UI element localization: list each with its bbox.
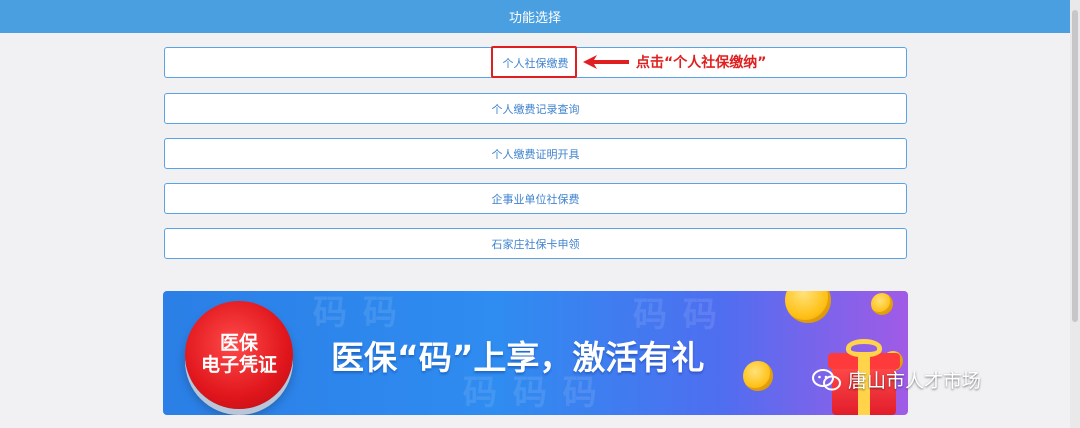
badge-line-2: 电子凭证 — [200, 354, 277, 376]
promo-banner[interactable]: 码 码 码 码 码 码 码 医保 电子凭证 医保“码”上享，激活有礼 — [163, 291, 908, 415]
annotation-text: 点击“个人社保缴纳” — [636, 55, 767, 71]
menu-item-label: 企事业单位社保费 — [491, 192, 580, 206]
banner-decoration: 码 码 — [633, 295, 719, 335]
top-bar: 功能选择 — [0, 0, 1070, 33]
page-title: 功能选择 — [508, 11, 561, 26]
banner-headline: 医保“码”上享，激活有礼 — [331, 338, 705, 377]
account-watermark: 唐山市人才市场 — [812, 366, 981, 393]
menu-item-payment-records[interactable]: 个人缴费记录查询 — [164, 93, 907, 124]
arrow-left-icon — [583, 55, 629, 69]
watermark-text: 唐山市人才市场 — [848, 370, 982, 392]
scrollbar-thumb[interactable] — [1072, 10, 1078, 322]
menu-item-label: 个人缴费记录查询 — [491, 102, 580, 116]
menu-item-payment-certificate[interactable]: 个人缴费证明开具 — [164, 138, 907, 169]
wechat-icon — [812, 368, 841, 390]
coin-icon — [743, 361, 773, 391]
highlight-box — [491, 46, 577, 78]
medical-insurance-badge: 医保 电子凭证 — [185, 301, 293, 409]
banner-decoration: 码 码 — [313, 293, 399, 333]
menu-item-enterprise-insurance[interactable]: 企事业单位社保费 — [164, 183, 907, 214]
menu-item-label: 石家庄社保卡申领 — [491, 237, 580, 251]
menu-item-label: 个人缴费证明开具 — [491, 147, 580, 161]
scrollbar[interactable] — [1070, 0, 1080, 428]
coin-icon — [785, 291, 831, 323]
coin-icon — [871, 293, 893, 315]
badge-line-1: 医保 — [219, 332, 258, 355]
menu-item-card-application[interactable]: 石家庄社保卡申领 — [164, 228, 907, 259]
